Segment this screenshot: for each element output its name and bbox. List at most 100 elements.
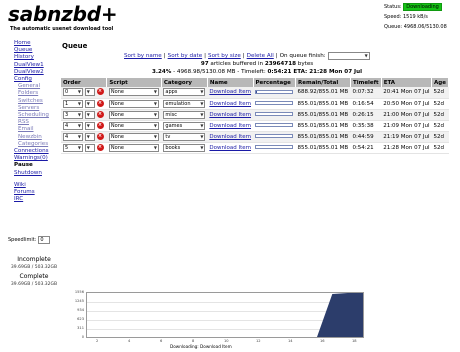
- nav-connections[interactable]: Connections: [14, 148, 64, 155]
- chevron-down-icon: ▼: [86, 89, 90, 95]
- script-select[interactable]: None ▼: [108, 132, 159, 141]
- sort-by-size-link[interactable]: Sort by size: [208, 53, 241, 59]
- delete-button[interactable]: ×: [96, 121, 104, 129]
- delete-all-link[interactable]: Delete All: [247, 53, 274, 59]
- category-cell: apps ▼: [161, 87, 208, 99]
- priority-select[interactable]: ▼: [84, 132, 95, 141]
- table-row: 4 ▼ ▼ × None ▼ games ▼ Download Item 855.01/855…: [61, 120, 449, 132]
- nav-config-email[interactable]: Email: [18, 126, 64, 133]
- order-select[interactable]: 4 ▼: [63, 121, 83, 130]
- category-select[interactable]: apps ▼: [163, 88, 206, 97]
- nav-pause[interactable]: Pause: [14, 162, 64, 169]
- nav-shutdown[interactable]: Shutdown: [14, 170, 64, 177]
- delete-button[interactable]: ×: [96, 132, 104, 140]
- nav-config-categories[interactable]: Categories: [18, 141, 64, 148]
- script-select[interactable]: None ▼: [108, 143, 159, 152]
- script-select[interactable]: None ▼: [108, 110, 159, 119]
- download-item-link[interactable]: Download Item: [209, 101, 251, 107]
- col-eta: ETA: [381, 78, 433, 87]
- script-cell: None ▼: [106, 98, 162, 110]
- script-select[interactable]: None ▼: [108, 88, 159, 97]
- nav-irc[interactable]: IRC: [14, 196, 64, 203]
- separator: |: [204, 53, 207, 59]
- priority-select[interactable]: ▼: [84, 88, 95, 97]
- order-select[interactable]: 1 ▼: [63, 99, 83, 108]
- download-item-link[interactable]: Download Item: [209, 134, 251, 140]
- chevron-down-icon: ▼: [77, 89, 81, 95]
- priority-select[interactable]: ▼: [84, 121, 95, 130]
- chevron-down-icon: ▼: [200, 122, 204, 128]
- order-cell: 0 ▼ ▼ ×: [61, 87, 107, 99]
- sort-by-date-link[interactable]: Sort by date: [168, 53, 203, 59]
- priority-select[interactable]: ▼: [84, 143, 95, 152]
- order-select[interactable]: 5 ▼: [63, 143, 83, 152]
- age-cell: 52d: [431, 131, 449, 143]
- nav-home[interactable]: Home: [14, 40, 64, 47]
- category-select[interactable]: misc ▼: [163, 110, 206, 119]
- download-item-link[interactable]: Download Item: [209, 112, 251, 118]
- script-select[interactable]: None ▼: [108, 99, 159, 108]
- order-cell: 4 ▼ ▼ ×: [61, 120, 107, 132]
- order-select[interactable]: 0 ▼: [63, 88, 83, 97]
- graph-xtick: 10: [224, 339, 229, 343]
- chevron-down-icon: ▼: [153, 133, 157, 139]
- progress-bar: [255, 123, 293, 127]
- nav-history[interactable]: History: [14, 54, 64, 61]
- delete-button[interactable]: ×: [96, 99, 104, 107]
- chevron-down-icon: ▼: [364, 53, 368, 58]
- separator: |: [163, 53, 166, 59]
- remain-cell: 688.92/855.01 MB: [295, 87, 351, 99]
- nav-wiki[interactable]: Wiki: [14, 182, 64, 189]
- progress-bar: [255, 101, 293, 105]
- priority-select[interactable]: ▼: [84, 110, 95, 119]
- nav-config-switches[interactable]: Switches: [18, 98, 64, 105]
- category-select[interactable]: games ▼: [163, 121, 206, 130]
- graph-xtick: 12: [256, 339, 261, 343]
- col-name: Name: [207, 78, 254, 87]
- download-item-link[interactable]: Download Item: [209, 89, 251, 95]
- order-select[interactable]: 3 ▼: [63, 110, 83, 119]
- speed-graph-area: [87, 293, 363, 337]
- chevron-down-icon: ▼: [77, 100, 81, 106]
- col-remain-total: Remain/Total: [295, 78, 351, 87]
- nav-config-servers[interactable]: Servers: [18, 105, 64, 112]
- nav-queue[interactable]: Queue: [14, 47, 64, 54]
- order-select[interactable]: 4 ▼: [63, 132, 83, 141]
- nav-warnings[interactable]: Warnings(0): [14, 155, 64, 162]
- category-select[interactable]: emulation ▼: [163, 99, 206, 108]
- percentage-cell: [253, 120, 296, 132]
- download-item-link[interactable]: Download Item: [209, 123, 251, 129]
- sort-by-name-link[interactable]: Sort by name: [124, 53, 162, 59]
- nav-config-newzbin[interactable]: Newzbin: [18, 134, 64, 141]
- speedlimit-input[interactable]: 0: [38, 236, 51, 244]
- queue-size-value: 4968.06/5130.08: [403, 24, 447, 30]
- delete-button[interactable]: ×: [96, 143, 104, 151]
- nav-config-general[interactable]: General: [18, 83, 64, 90]
- queue-summary: 3.24% - 4968.98/5130.08 MB - Timeleft: 0…: [62, 69, 452, 75]
- col-script: Script: [106, 78, 162, 87]
- nav-config-scheduling[interactable]: Scheduling: [18, 112, 64, 119]
- chevron-down-icon: ▼: [153, 122, 157, 128]
- graph-ytick: 934: [77, 308, 84, 312]
- percentage-cell: [253, 109, 296, 121]
- delete-button[interactable]: ×: [96, 110, 104, 118]
- category-select[interactable]: books ▼: [163, 143, 206, 152]
- nav-config[interactable]: Config: [14, 76, 64, 83]
- script-select[interactable]: None ▼: [108, 121, 159, 130]
- nav-config-folders[interactable]: Folders: [18, 90, 64, 97]
- nav-dualview2[interactable]: DualView2: [14, 69, 64, 76]
- category-cell: games ▼: [161, 120, 208, 132]
- speed-graph-plot: [87, 293, 363, 337]
- nav-config-rss[interactable]: RSS: [18, 119, 64, 126]
- timeleft-cell: 0:44:59: [350, 131, 382, 143]
- nav-forums[interactable]: Forums: [14, 189, 64, 196]
- category-select[interactable]: tv ▼: [163, 132, 206, 141]
- download-item-link[interactable]: Download Item: [209, 145, 251, 151]
- name-cell: Download Item: [207, 87, 253, 99]
- graph-ytick: 1556: [74, 290, 84, 294]
- delete-button[interactable]: ×: [96, 88, 104, 96]
- priority-select[interactable]: ▼: [84, 99, 95, 108]
- nav-dualview1[interactable]: DualView1: [14, 62, 64, 69]
- col-order: Order: [61, 78, 108, 87]
- on-finish-select[interactable]: ▼: [327, 52, 370, 60]
